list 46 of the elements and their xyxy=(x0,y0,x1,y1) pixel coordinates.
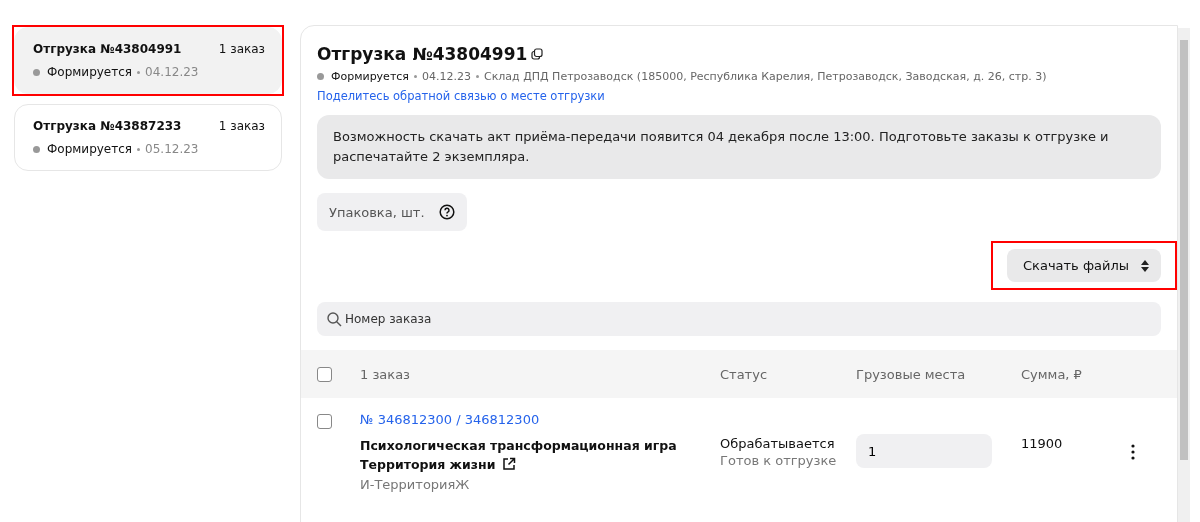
order-link[interactable]: № 346812300 / 346812300 xyxy=(360,412,720,427)
shipment-heading: Отгрузка №43804991 xyxy=(317,44,528,64)
feedback-link[interactable]: Поделитесь обратной связью о месте отгрузки xyxy=(317,89,605,103)
order-status: Обрабатывается xyxy=(720,436,836,451)
column-header: Статус xyxy=(720,366,769,382)
search-field[interactable]: Номер заказа xyxy=(317,302,1161,336)
status-text: Формируется xyxy=(47,65,133,79)
status-dot xyxy=(33,145,40,153)
status-text: Формируется xyxy=(331,70,409,83)
download-button[interactable]: Скачать файлы xyxy=(1007,249,1161,282)
order-sum: 11900 xyxy=(1021,436,1064,451)
packaging-field[interactable]: Упаковка, шт. xyxy=(317,193,467,231)
cargo-places-field[interactable]: 1 xyxy=(856,434,992,468)
column-header: Сумма, ₽ xyxy=(1021,366,1083,382)
status-dot xyxy=(317,73,324,80)
order-substatus: Готов к отгрузке xyxy=(720,453,838,468)
status-dot xyxy=(33,68,40,76)
shipment-title: Отгрузка №43887233 xyxy=(33,119,182,133)
status-text: Формируется xyxy=(47,142,133,156)
shipment-title: Отгрузка №43804991 xyxy=(33,42,182,56)
shipment-date: 04.12.23 xyxy=(421,70,471,83)
order-count: 1 заказ xyxy=(218,119,265,133)
separator-dot xyxy=(137,70,141,74)
column-header: 1 заказ xyxy=(360,366,411,382)
scrollbar[interactable] xyxy=(1178,28,1190,522)
shipment-date: 05.12.23 xyxy=(145,142,199,156)
help-icon[interactable] xyxy=(438,204,455,220)
order-count: 1 заказ xyxy=(218,42,265,56)
shipment-card[interactable]: Отгрузка №43887233 1 заказ Формируется 05.12.23 xyxy=(14,104,282,171)
select-all-checkbox[interactable] xyxy=(317,366,332,382)
separator-dot xyxy=(137,147,141,151)
column-header: Грузовые места xyxy=(856,366,967,382)
sort-caret-icon xyxy=(1141,259,1149,272)
shipment-card[interactable]: Отгрузка №43804991 1 заказ Формируется 04.12.23 xyxy=(14,27,282,94)
separator-dot xyxy=(475,75,479,78)
product-name[interactable]: Психологическая трансформационная игра Территория жизни xyxy=(360,436,710,474)
seller-name: И-ТерриторияЖ xyxy=(360,477,471,492)
warehouse-address: Склад ДПД Петрозаводск (185000, Республика Карелия, Петрозаводск, Заводская, д. 26, стр. 3) xyxy=(483,70,1047,83)
external-link-icon[interactable] xyxy=(501,457,516,471)
notice-text: Возможность скачать акт приёма-передачи появится 04 декабря после 13:00. Подготовьте заказы к отгрузке и распечатайте 2 экземпляра. xyxy=(317,115,1161,179)
search-icon xyxy=(327,312,342,327)
copy-icon[interactable] xyxy=(531,48,544,60)
separator-dot xyxy=(413,75,417,78)
row-checkbox[interactable] xyxy=(317,414,332,429)
more-icon[interactable] xyxy=(1131,444,1135,460)
shipment-date: 04.12.23 xyxy=(145,65,199,79)
